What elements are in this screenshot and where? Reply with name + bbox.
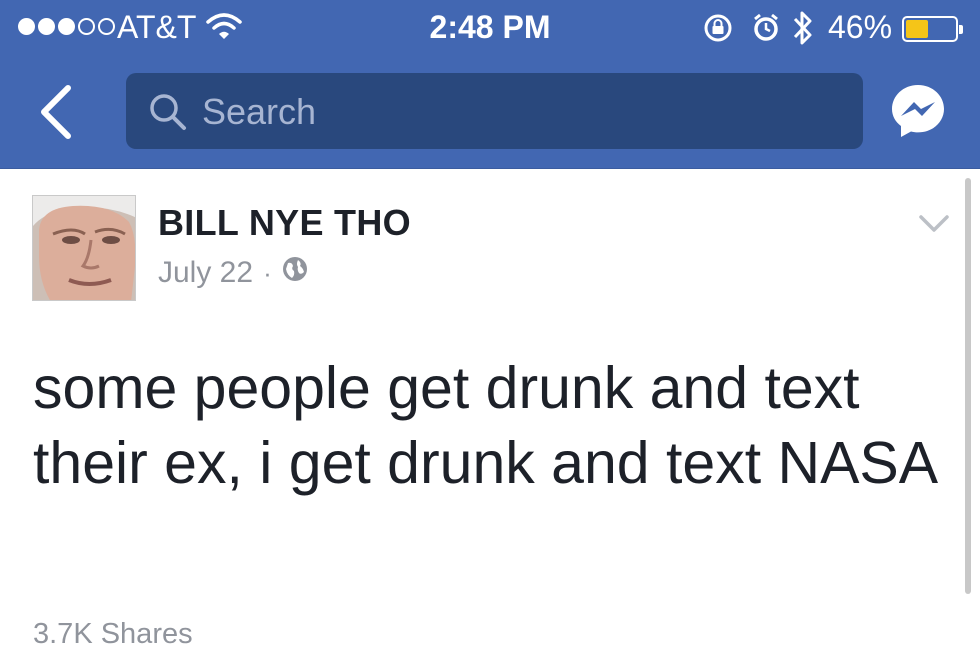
status-bar: AT&T 2:48 PM 46% (0, 0, 980, 56)
post-date[interactable]: July 22 (158, 256, 253, 290)
avatar[interactable] (32, 195, 136, 301)
globe-icon (282, 256, 308, 290)
bluetooth-icon (790, 8, 816, 56)
alarm-icon (752, 12, 780, 52)
search-placeholder: Search (202, 91, 317, 132)
top-bar: AT&T 2:48 PM 46% Search (0, 0, 980, 169)
post-author[interactable]: BILL NYE THO (158, 202, 411, 244)
messenger-button[interactable] (890, 83, 946, 144)
back-button[interactable] (36, 84, 86, 140)
chevron-left-icon (41, 85, 71, 139)
scrollbar[interactable] (965, 178, 971, 594)
messenger-icon (892, 85, 944, 137)
battery-icon (902, 16, 963, 42)
navigation-bar: Search (0, 56, 980, 168)
chevron-down-icon (919, 215, 949, 232)
post-text: some people get drunk and text their ex,… (33, 355, 939, 496)
post-meta: July 22 · (158, 256, 308, 290)
search-icon (148, 92, 188, 137)
shares-count[interactable]: 3.7K Shares (33, 618, 193, 651)
rotation-lock-icon (702, 12, 734, 52)
meta-separator: · (263, 257, 272, 288)
search-input[interactable]: Search (126, 73, 863, 149)
post-menu-button[interactable] (918, 212, 950, 241)
battery-percent: 46% (828, 9, 893, 45)
